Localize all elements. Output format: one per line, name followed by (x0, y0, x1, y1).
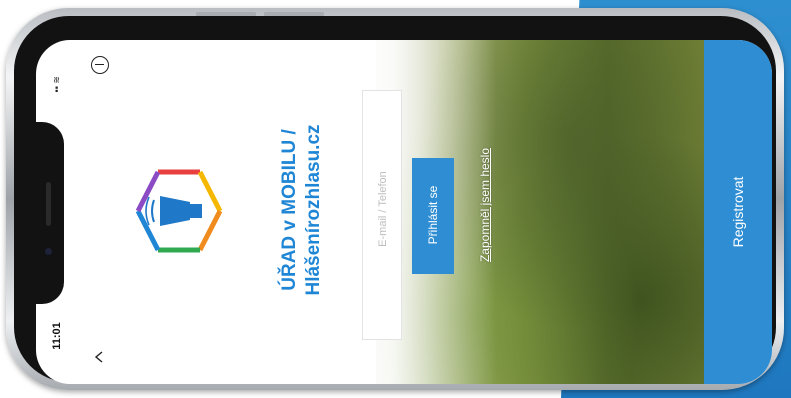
status-bar: 11:01 ▪▪ ≋ (46, 40, 68, 384)
signal-icon: ▪▪ ≋ (51, 76, 62, 93)
loudspeaker-hexagon-logo (135, 169, 223, 253)
chevron-down-icon[interactable] (93, 351, 105, 363)
login-button[interactable]: Přihlásit se (412, 158, 454, 274)
forgot-password-link[interactable]: Zapomněl jsem heslo (478, 135, 492, 275)
register-button[interactable]: Registrovat (704, 40, 772, 384)
login-button-label: Přihlásit se (426, 185, 440, 245)
app-title-line1: ÚŘAD v MOBILU / (279, 129, 300, 291)
app-screen: 11:01 ▪▪ ≋ ÚŘAD v MOBILU / Hlášenírozhla… (36, 40, 772, 384)
email-phone-placeholder: E-mail / Telefon (377, 171, 389, 247)
app-title-line2: Hlášenírozhlasu.cz (303, 124, 324, 296)
register-button-label: Registrovat (730, 176, 746, 248)
phone-frame: 11:01 ▪▪ ≋ ÚŘAD v MOBILU / Hlášenírozhla… (6, 8, 784, 390)
status-time: 11:01 (51, 322, 63, 350)
minus-circle-icon[interactable] (91, 56, 109, 74)
email-phone-input[interactable]: E-mail / Telefon (362, 90, 402, 340)
